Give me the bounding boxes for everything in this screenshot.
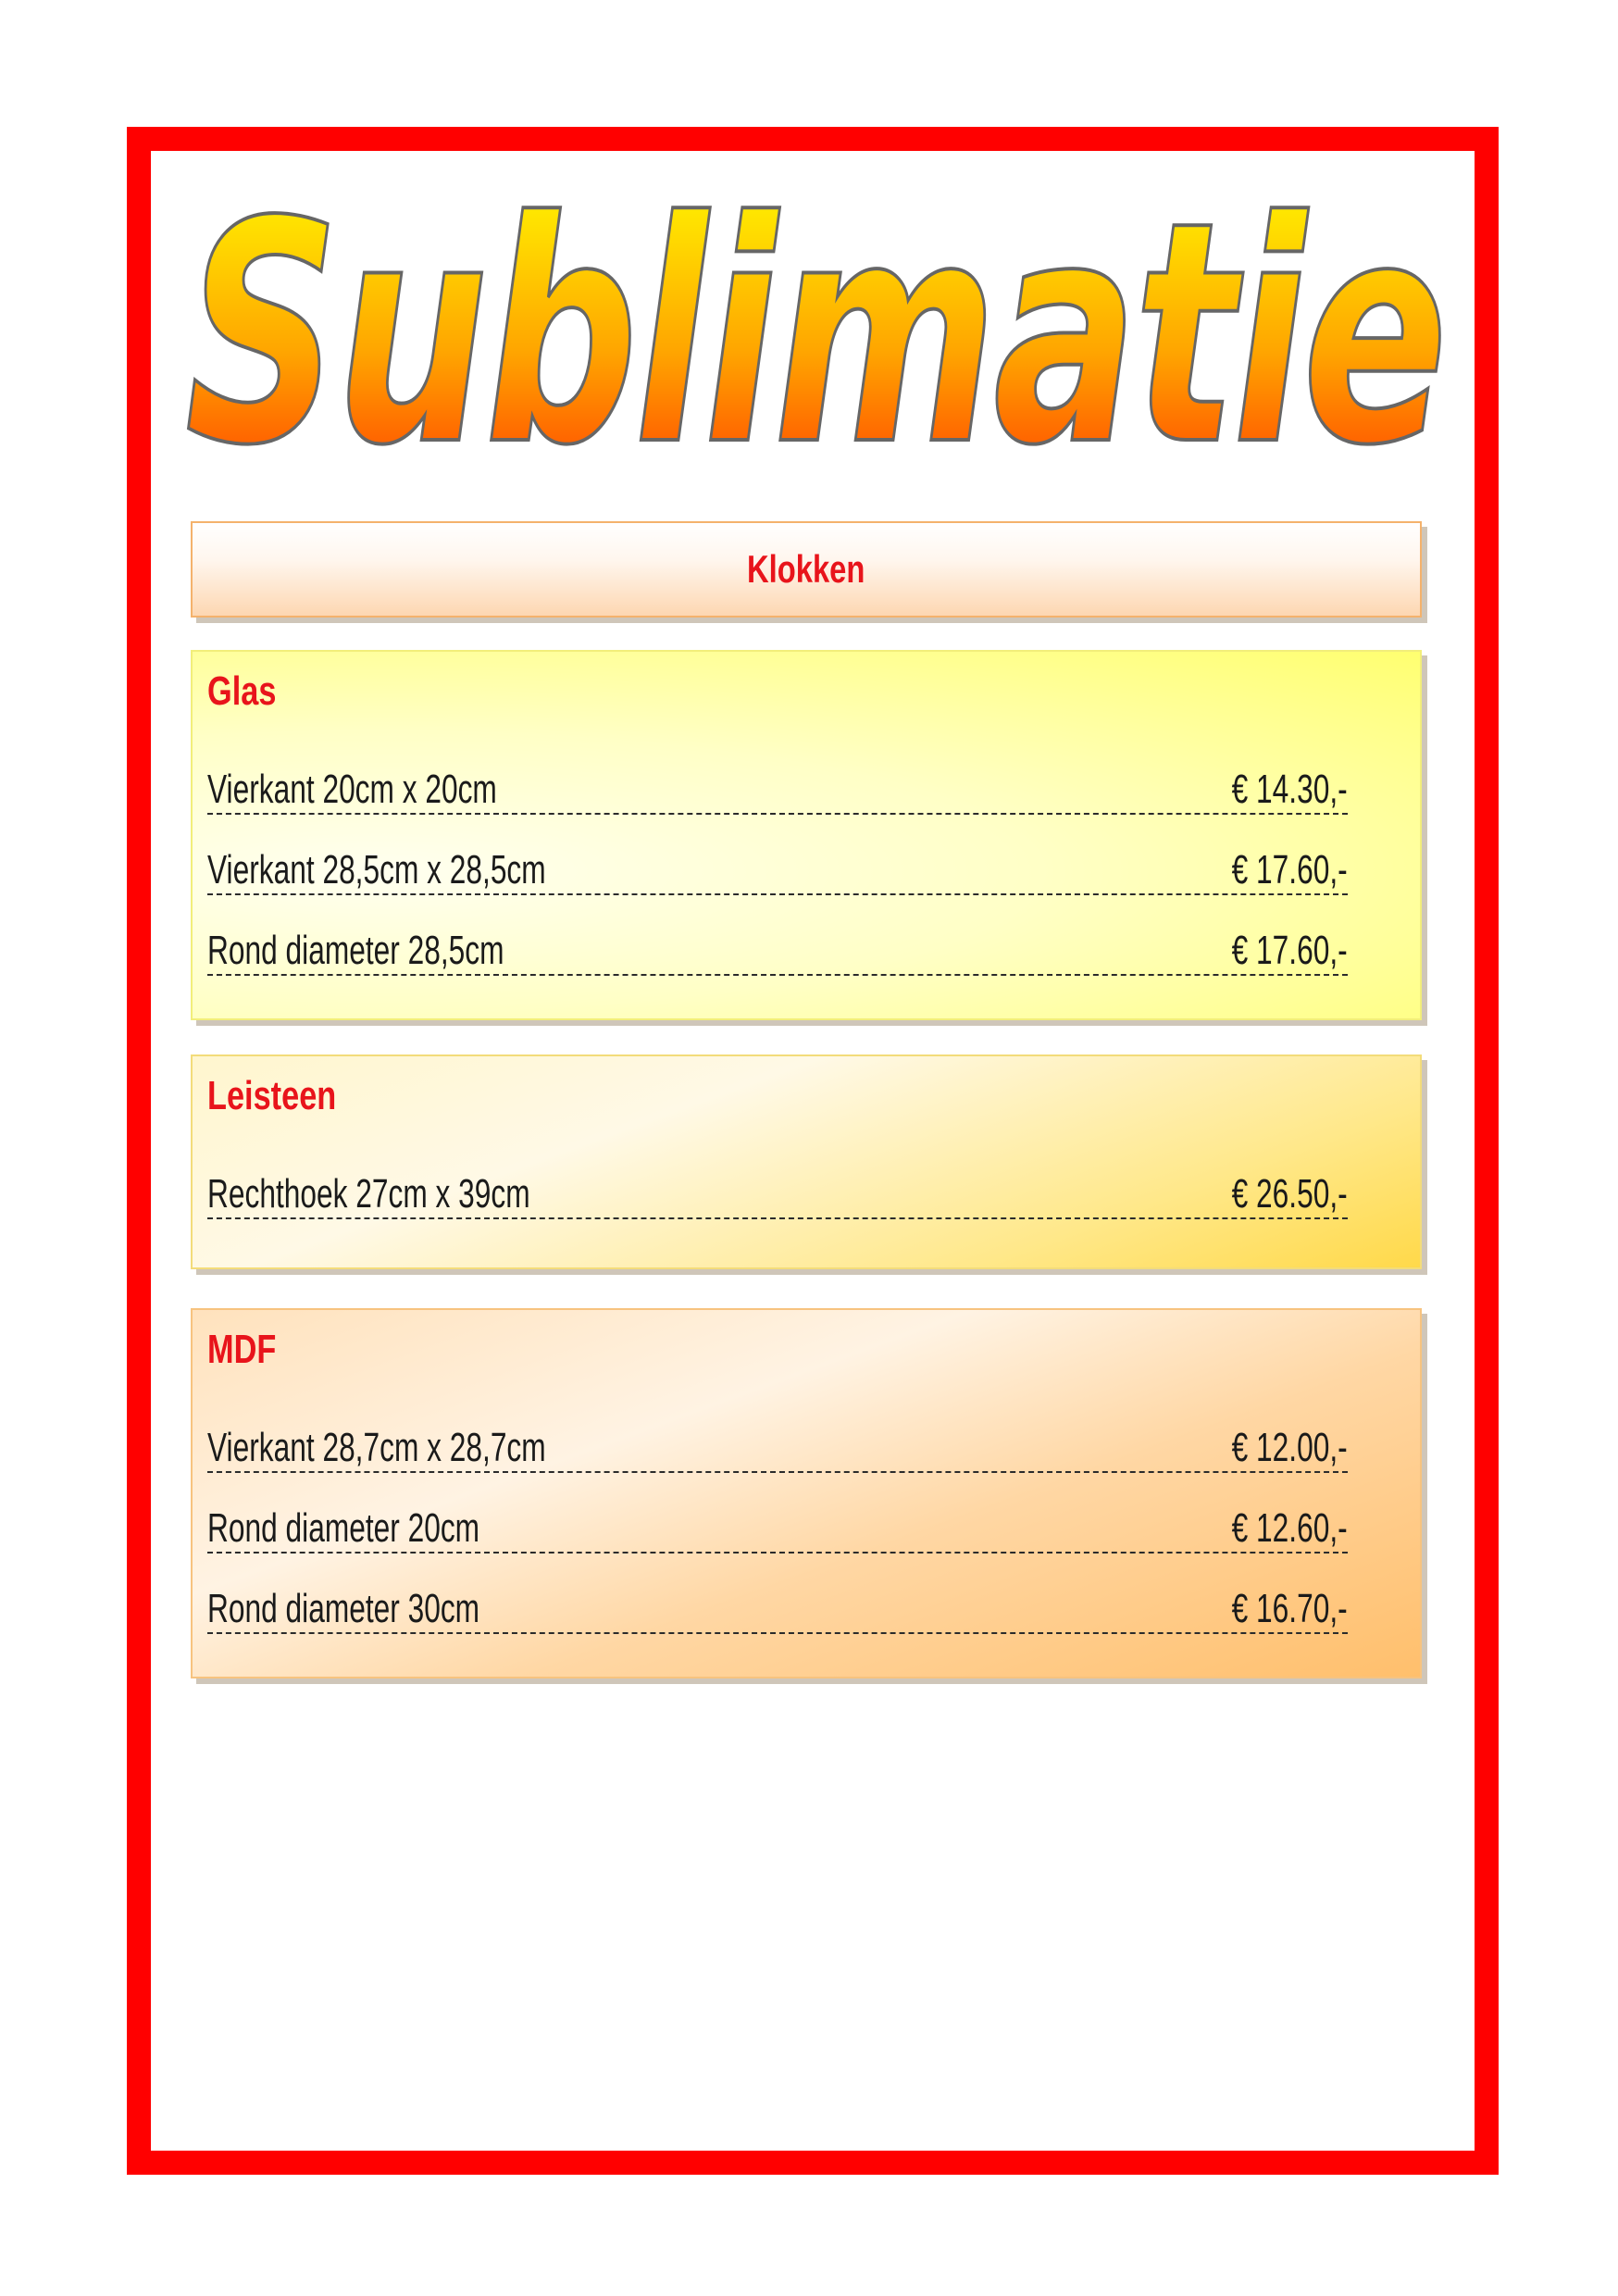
price-row: Vierkant 28,5cm x 28,5cm € 17.60,- [207,842,1348,895]
item-price: € 16.70,- [1231,1586,1348,1631]
item-description: Rechthoek 27cm x 39cm [207,1171,530,1217]
item-price: € 12.60,- [1231,1505,1348,1551]
price-row: Vierkant 20cm x 20cm € 14.30,- [207,761,1348,815]
price-row: Rond diameter 30cm € 16.70,- [207,1580,1348,1634]
item-price: € 12.00,- [1231,1425,1348,1470]
item-description: Vierkant 28,5cm x 28,5cm [207,847,546,892]
title-wordart: Sublimatie [183,155,1451,505]
item-description: Vierkant 28,7cm x 28,7cm [207,1425,546,1470]
item-description: Rond diameter 28,5cm [207,928,504,973]
section-glas: Glas Vierkant 20cm x 20cm € 14.30,- Vier… [191,650,1422,1020]
price-row: Rond diameter 20cm € 12.60,- [207,1500,1348,1554]
price-row: Rechthoek 27cm x 39cm € 26.50,- [207,1166,1348,1219]
item-description: Rond diameter 20cm [207,1505,480,1551]
category-heading-bar: Klokken [191,521,1422,618]
item-price: € 17.60,- [1231,847,1348,892]
item-description: Vierkant 20cm x 20cm [207,767,497,812]
section-leisteen: Leisteen Rechthoek 27cm x 39cm € 26.50,- [191,1054,1422,1269]
item-price: € 14.30,- [1231,767,1348,812]
category-heading: Klokken [747,547,865,591]
section-title: Leisteen [207,1073,337,1118]
page-title: Sublimatie [185,156,1444,505]
item-price: € 26.50,- [1231,1171,1348,1217]
item-price: € 17.60,- [1231,928,1348,973]
price-row: Vierkant 28,7cm x 28,7cm € 12.00,- [207,1419,1348,1473]
price-row: Rond diameter 28,5cm € 17.60,- [207,922,1348,976]
section-title: MDF [207,1327,277,1372]
section-title: Glas [207,668,277,714]
item-description: Rond diameter 30cm [207,1586,480,1631]
section-mdf: MDF Vierkant 28,7cm x 28,7cm € 12.00,- R… [191,1308,1422,1678]
